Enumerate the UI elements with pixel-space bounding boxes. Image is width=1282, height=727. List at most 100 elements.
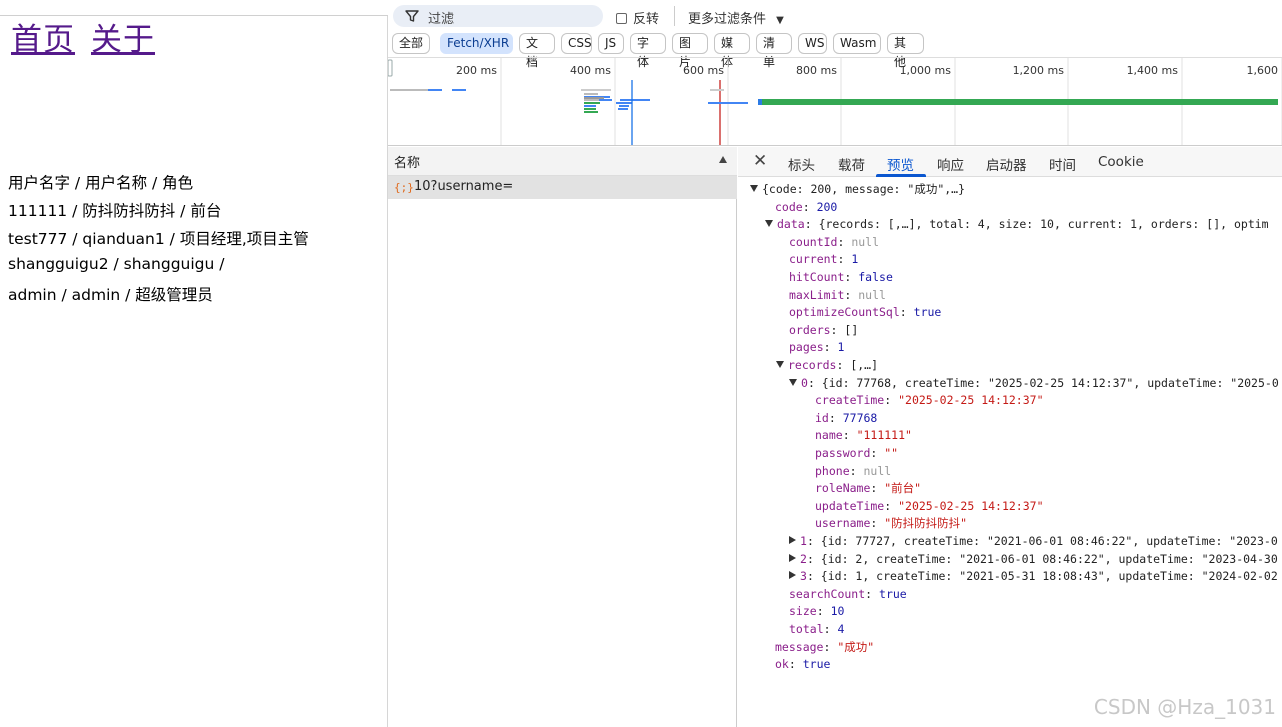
json-tree-node: username: "防抖防抖防抖" — [815, 515, 967, 532]
json-tree-node-expandable[interactable]: 1: {id: 77727, createTime: "2021-06-01 0… — [789, 533, 1278, 550]
json-tree-node: maxLimit: null — [789, 287, 886, 304]
request-list-header[interactable]: 名称 — [388, 147, 737, 176]
preview-json-tree: {code: 200, message: "成功",…} code: 200 dat… — [738, 178, 1282, 727]
json-colon: : — [870, 481, 885, 496]
json-value: "2025-02-25 14:12:37" — [898, 498, 1044, 513]
type-filter-css[interactable]: CSS — [561, 33, 592, 54]
timeline-tick-label: 1,200 ms — [1013, 64, 1065, 77]
json-value: 77768 — [842, 410, 878, 425]
json-colon: : — [870, 446, 885, 460]
json-tree-node: id: 77768 — [815, 410, 877, 427]
json-tree-node: hitCount: false — [789, 269, 893, 286]
json-tree-node-expandable[interactable]: 3: {id: 1, createTime: "2021-05-31 18:08… — [789, 568, 1278, 585]
json-colon: : — [828, 410, 843, 425]
tab-preview[interactable]: 预览 — [887, 154, 914, 174]
user-row: test777 / qianduan1 / 项目经理,项目主管 — [8, 230, 309, 248]
json-tree-node: current: 1 — [789, 251, 858, 268]
json-tree-node-expandable[interactable]: 0: {id: 77768, createTime: "2025-02-25 1… — [789, 375, 1279, 392]
more-filters-dropdown[interactable]: 更多过滤条件 ▼ — [688, 8, 784, 27]
timeline-chart: 200 ms 400 ms 600 ms 800 ms 1,000 ms 1,200 ms… — [388, 58, 1282, 145]
json-tree-node: code: 200 — [775, 199, 837, 216]
type-filter--[interactable]: 其他 — [887, 33, 924, 69]
collapsed-triangle-icon[interactable] — [789, 553, 796, 562]
json-value: 200 — [816, 199, 838, 214]
column-header-name: 名称 — [394, 156, 421, 171]
timeline-tick-label: 400 ms — [570, 64, 611, 77]
invert-checkbox[interactable]: 反转 — [616, 8, 659, 27]
json-tree-node-expandable[interactable]: data: {records: [,…], total: 4, size: 10… — [765, 216, 1269, 233]
tab-initiator[interactable]: 启动器 — [986, 154, 1027, 174]
timeline-request-bar — [708, 102, 748, 104]
json-value: true — [802, 657, 831, 672]
json-root-summary: {code: 200, message: "成功",…} — [762, 182, 966, 196]
tab-headers[interactable]: 标头 — [788, 154, 815, 174]
type-filter--[interactable]: 全部 — [392, 33, 430, 54]
network-timeline-overview[interactable]: 200 ms 400 ms 600 ms 800 ms 1,000 ms 1,200 ms… — [388, 57, 1282, 146]
json-key: optimizeCountSql — [789, 305, 900, 320]
json-key: phone — [815, 463, 850, 478]
timeline-request-bar — [710, 89, 724, 91]
type-filter-wasm[interactable]: Wasm — [833, 33, 881, 54]
filter-placeholder: 过滤 — [428, 12, 455, 27]
toolbar-divider — [674, 6, 675, 26]
json-value: 1 — [851, 252, 859, 267]
expanded-triangle-icon[interactable] — [789, 378, 797, 386]
nav-link-home[interactable]: 首页 — [11, 14, 75, 59]
json-key: pages — [789, 340, 824, 355]
json-colon: : — [899, 305, 914, 320]
type-filter-ws[interactable]: WS — [798, 33, 827, 54]
json-value: {records: [,…], total: 4, size: 10, curr… — [818, 217, 1269, 232]
json-value: "前台" — [884, 481, 922, 496]
type-filter-fetch-xhr[interactable]: Fetch/XHR — [440, 33, 513, 54]
tab-cookies[interactable]: Cookie — [1098, 154, 1144, 170]
type-filter--[interactable]: 清单 — [756, 33, 792, 69]
json-colon: : — [844, 287, 859, 302]
json-tree-node: phone: null — [815, 463, 891, 480]
type-filter--[interactable]: 媒体 — [714, 33, 750, 69]
active-tab-indicator — [876, 174, 926, 177]
json-value: [,…] — [850, 358, 879, 372]
expanded-triangle-icon[interactable] — [765, 220, 773, 228]
json-key: countId — [789, 234, 838, 249]
json-key: size — [789, 604, 817, 619]
type-filter--[interactable]: 文档 — [519, 33, 555, 69]
timeline-request-bar — [620, 99, 650, 101]
json-colon: : — [802, 199, 817, 214]
timeline-tick-label: 1,000 ms — [900, 64, 952, 77]
collapsed-triangle-icon[interactable] — [789, 571, 796, 580]
timeline-request-bar — [584, 105, 596, 107]
checkbox-icon — [616, 13, 627, 24]
json-value: 1 — [837, 340, 845, 355]
type-filter--[interactable]: 图片 — [672, 33, 708, 69]
json-colon: : — [806, 551, 821, 566]
json-value: {id: 77768, createTime: "2025-02-25 14:1… — [821, 375, 1279, 390]
tab-payload[interactable]: 载荷 — [838, 154, 865, 174]
nav-link-about[interactable]: 关于 — [91, 14, 155, 59]
tab-response[interactable]: 响应 — [937, 154, 964, 174]
json-tree-node-expandable[interactable]: {code: 200, message: "成功",…} — [750, 181, 965, 198]
timeline-request-bar — [584, 102, 600, 104]
expanded-triangle-icon[interactable] — [776, 361, 784, 368]
json-tree-node-expandable[interactable]: 2: {id: 2, createTime: "2021-06-01 08:46… — [789, 551, 1278, 568]
expanded-triangle-icon[interactable] — [750, 185, 758, 192]
json-colon: : — [844, 270, 859, 284]
json-key: current — [789, 252, 838, 267]
invert-label: 反转 — [633, 12, 660, 27]
json-tree-node: orders: [] — [789, 322, 858, 339]
request-row[interactable]: {;} 10?username= — [388, 176, 737, 199]
json-tree-node-expandable[interactable]: records: [,…] — [776, 357, 878, 374]
timeline-request-bar — [758, 99, 762, 105]
timeline-request-bar — [452, 89, 466, 91]
detail-tabs: ✕ 标头 载荷 预览 响应 启动器 时间 Cookie — [738, 147, 1282, 177]
tab-timing[interactable]: 时间 — [1049, 154, 1076, 174]
json-key: maxLimit — [789, 287, 845, 302]
more-filters-label: 更多过滤条件 — [688, 12, 767, 27]
json-tree-node: roleName: "前台" — [815, 480, 921, 497]
type-filter-js[interactable]: JS — [598, 33, 624, 54]
filter-input[interactable]: 过滤 — [393, 5, 603, 27]
json-key: name — [815, 428, 843, 443]
json-value: null — [851, 234, 880, 249]
type-filter--[interactable]: 字体 — [630, 33, 666, 69]
close-icon[interactable]: ✕ — [753, 151, 767, 171]
collapsed-triangle-icon[interactable] — [789, 536, 796, 544]
